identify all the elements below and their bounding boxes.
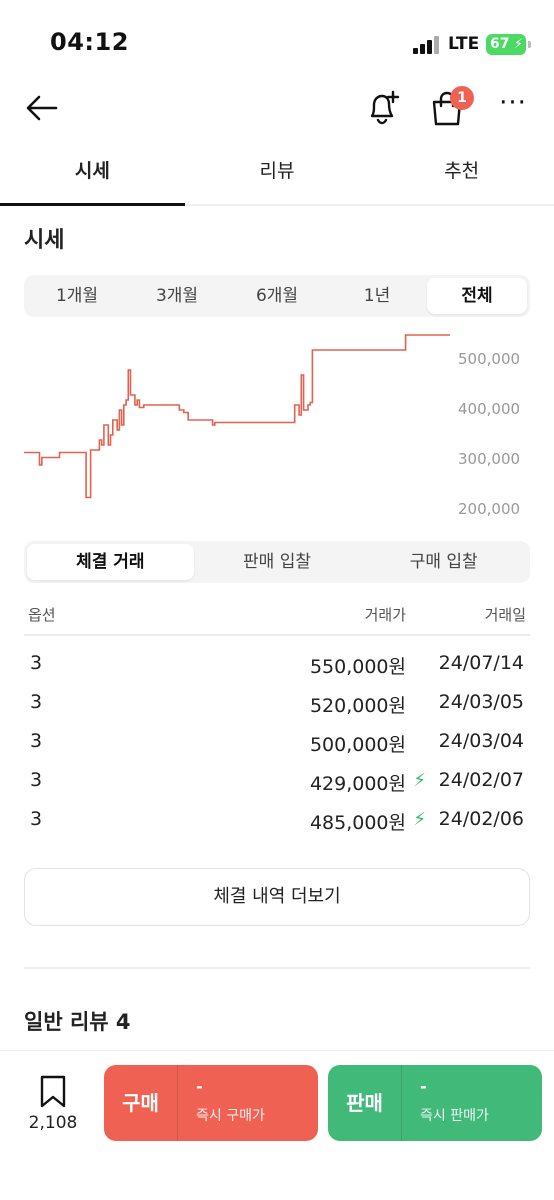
row-date: 24/03/04 bbox=[438, 730, 524, 752]
trade-tab-completed[interactable]: 체결 거래 bbox=[27, 544, 194, 580]
battery-tip bbox=[528, 41, 531, 48]
tab-recommend[interactable]: 추천 bbox=[369, 148, 554, 204]
table-row: 3 520,000원 24/03/05 bbox=[24, 686, 530, 725]
arrow-left-icon[interactable] bbox=[22, 88, 62, 128]
row-date: 24/03/05 bbox=[438, 691, 524, 713]
buy-sub-label: 즉시 구매가 bbox=[196, 1108, 265, 1124]
y-tick-label: 500,000 bbox=[458, 350, 521, 368]
row-option: 3 bbox=[30, 808, 43, 830]
cart-count-badge: 1 bbox=[450, 86, 474, 110]
period-all[interactable]: 전체 bbox=[427, 278, 527, 314]
trade-type-selector: 체결 거래 판매 입찰 구매 입찰 bbox=[24, 541, 530, 583]
more-horizontal-icon[interactable]: ··· bbox=[496, 90, 530, 122]
fast-delivery-icon: ⚡ bbox=[413, 770, 426, 791]
bell-plus-icon[interactable] bbox=[364, 88, 402, 128]
header-option: 옵션 bbox=[28, 606, 56, 624]
trade-table-header: 옵션 거래가 거래일 bbox=[24, 600, 530, 636]
app-header: 1 ··· bbox=[0, 80, 554, 140]
period-selector: 1개월 3개월 6개월 1년 전체 bbox=[24, 275, 530, 317]
section-divider bbox=[24, 967, 530, 969]
row-price: 550,000원 bbox=[309, 656, 406, 678]
network-label: LTE bbox=[448, 34, 480, 54]
status-time: 04:12 bbox=[50, 28, 129, 56]
row-price: 429,000원 bbox=[309, 773, 406, 795]
charging-icon: ⚡ bbox=[513, 37, 523, 52]
status-bar: 04:12 LTE 67 ⚡ bbox=[0, 0, 554, 80]
tab-review[interactable]: 리뷰 bbox=[185, 148, 370, 204]
header-price: 거래가 bbox=[364, 606, 406, 624]
trade-tab-sell-bids[interactable]: 판매 입찰 bbox=[194, 544, 361, 580]
sell-price: - bbox=[420, 1077, 427, 1096]
price-chart: 500,000 400,000 300,000 200,000 bbox=[0, 330, 554, 520]
sell-sub-label: 즉시 판매가 bbox=[420, 1108, 489, 1124]
row-price: 520,000원 bbox=[309, 695, 406, 717]
table-row: 3 485,000원 ⚡ 24/02/06 bbox=[24, 803, 530, 842]
sell-button[interactable]: 판매 - 즉시 판매가 bbox=[328, 1065, 542, 1141]
row-option: 3 bbox=[30, 769, 43, 791]
row-date: 24/07/14 bbox=[438, 652, 524, 674]
row-price: 485,000원 bbox=[309, 812, 406, 834]
row-option: 3 bbox=[30, 691, 43, 713]
bookmark-count: 2,108 bbox=[28, 1113, 78, 1133]
battery-level: 67 bbox=[490, 36, 510, 52]
period-1-year[interactable]: 1년 bbox=[327, 278, 427, 314]
main-tabs: 시세 리뷰 추천 bbox=[0, 148, 554, 206]
battery-icon: 67 ⚡ bbox=[486, 34, 526, 55]
period-3-months[interactable]: 3개월 bbox=[127, 278, 227, 314]
table-row: 3 429,000원 ⚡ 24/02/07 bbox=[24, 764, 530, 803]
row-date: 24/02/07 bbox=[438, 769, 524, 791]
row-option: 3 bbox=[30, 730, 43, 752]
trade-table: 3 550,000원 24/07/14 3 520,000원 24/03/05 … bbox=[24, 647, 530, 842]
row-option: 3 bbox=[30, 652, 43, 674]
bookmark-icon bbox=[40, 1075, 66, 1108]
trade-tab-buy-bids[interactable]: 구매 입찰 bbox=[360, 544, 527, 580]
buy-price: - bbox=[196, 1077, 203, 1096]
row-date: 24/02/06 bbox=[438, 808, 524, 830]
sell-label: 판매 bbox=[328, 1065, 402, 1141]
y-tick-label: 400,000 bbox=[458, 400, 521, 418]
y-tick-label: 300,000 bbox=[458, 450, 521, 468]
bookmark-button[interactable]: 2,108 bbox=[20, 1071, 86, 1141]
more-trades-button[interactable]: 체결 내역 더보기 bbox=[24, 868, 530, 926]
buy-label: 구매 bbox=[104, 1065, 178, 1141]
fast-delivery-icon: ⚡ bbox=[413, 809, 426, 830]
price-line bbox=[24, 334, 450, 499]
header-date: 거래일 bbox=[484, 606, 526, 624]
price-section-title: 시세 bbox=[24, 228, 65, 253]
row-price: 500,000원 bbox=[309, 734, 406, 756]
buy-button[interactable]: 구매 - 즉시 구매가 bbox=[104, 1065, 318, 1141]
period-6-months[interactable]: 6개월 bbox=[227, 278, 327, 314]
y-tick-label: 200,000 bbox=[458, 500, 521, 518]
bottom-action-bar: 2,108 구매 - 즉시 구매가 판매 - 즉시 판매가 bbox=[0, 1050, 554, 1200]
tab-price[interactable]: 시세 bbox=[0, 148, 185, 206]
table-row: 3 500,000원 24/03/04 bbox=[24, 725, 530, 764]
review-section-title: 일반 리뷰 4 bbox=[24, 1010, 131, 1034]
table-row: 3 550,000원 24/07/14 bbox=[24, 647, 530, 686]
period-1-month[interactable]: 1개월 bbox=[27, 278, 127, 314]
signal-icon bbox=[413, 36, 441, 54]
